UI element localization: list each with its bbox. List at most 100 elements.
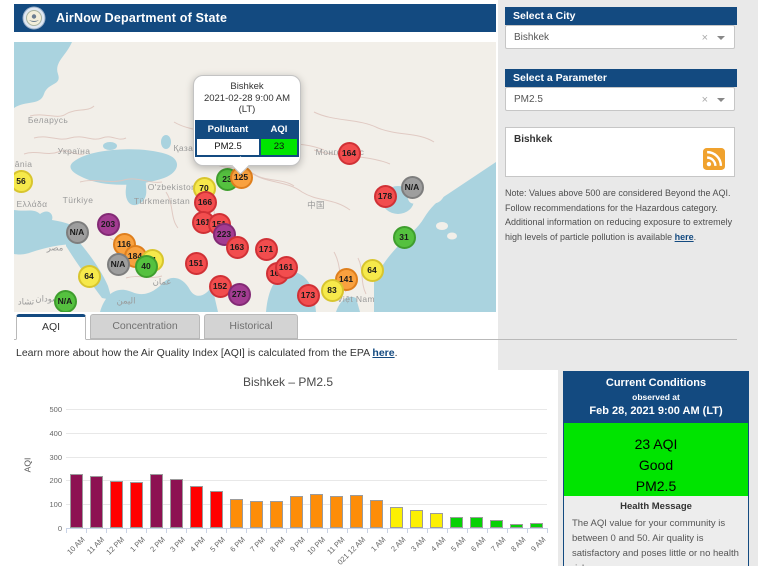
parameter-dropdown-caret-icon[interactable] [717, 98, 725, 102]
city-clear-icon[interactable]: × [702, 26, 708, 50]
map-place-label: Україна [57, 146, 91, 156]
x-axis-label-text: 9 AM [528, 535, 548, 554]
y-axis-tick-label: 0 [57, 524, 62, 533]
x-axis-tick [146, 529, 148, 533]
x-axis-tick [106, 529, 108, 533]
map-marker[interactable]: 151 [184, 251, 208, 275]
x-axis-tick [547, 529, 548, 533]
map-marker[interactable]: 40 [134, 254, 158, 278]
chart-bar[interactable] [490, 519, 504, 528]
x-axis-label-text: 4 AM [428, 535, 448, 554]
y-axis-tick-label: 500 [49, 405, 62, 414]
aqi-pollutant: PM2.5 [635, 478, 677, 494]
x-axis-label-text: 9 PM [288, 535, 307, 554]
map-place-label: اليمن [116, 295, 136, 306]
chart-bar[interactable] [510, 523, 524, 528]
city-dropdown-caret-icon[interactable] [717, 36, 725, 40]
chart-bar[interactable] [470, 517, 484, 528]
map-marker[interactable]: 164 [337, 141, 361, 165]
map-marker[interactable]: N/A [53, 289, 77, 312]
rss-icon[interactable] [703, 148, 725, 170]
chart-bar[interactable] [169, 478, 183, 528]
map-marker[interactable]: N/A [400, 175, 424, 199]
chart-bar[interactable] [269, 500, 283, 528]
map-marker[interactable]: N/A [65, 220, 89, 244]
chart-bar[interactable] [410, 510, 424, 528]
x-axis-tick [166, 529, 168, 533]
x-axis-label-text: 1 AM [368, 535, 388, 554]
map-place-label: Ελλάδα [16, 199, 48, 209]
x-axis-label-text: 2 PM [147, 535, 167, 554]
city-feed-box: Bishkek [505, 127, 735, 177]
x-axis-tick [226, 529, 228, 533]
chart-bar[interactable] [430, 513, 444, 528]
map-marker[interactable]: 56 [14, 169, 33, 193]
map-marker[interactable]: 161 [274, 255, 298, 279]
chart-bar[interactable] [89, 476, 103, 528]
learn-more-suffix: . [394, 347, 398, 359]
chart-bar[interactable] [530, 522, 544, 528]
chart-bar[interactable] [149, 474, 163, 528]
map-marker[interactable]: 273 [227, 282, 251, 306]
map-marker[interactable]: 166 [193, 190, 217, 214]
chart-bar[interactable] [330, 496, 344, 528]
beyond-aqi-note: Note: Values above 500 are considered Be… [505, 186, 739, 244]
chart-bar[interactable] [189, 485, 203, 528]
chart-bar[interactable] [350, 494, 364, 528]
chart-bar[interactable] [229, 498, 243, 528]
map-marker[interactable]: 203 [96, 212, 120, 236]
map-marker[interactable]: 64 [360, 258, 384, 282]
map-marker[interactable]: 173 [296, 283, 320, 307]
map-marker[interactable]: N/A [106, 252, 130, 276]
chart-bar[interactable] [209, 491, 223, 528]
city-select[interactable]: Bishkek × [505, 25, 735, 49]
health-message-section: Health Message The AQI value for your co… [564, 496, 748, 566]
x-axis-label-text: 4 PM [187, 535, 207, 554]
popup-col-pollutant: Pollutant [197, 121, 259, 137]
feed-city-label: Bishkek [514, 134, 553, 145]
map-marker[interactable]: 31 [392, 225, 416, 249]
chart-bar[interactable] [370, 499, 384, 528]
learn-more-here-link[interactable]: here [372, 347, 394, 359]
map-place-label: 中国 [307, 200, 325, 210]
city-select-value: Bishkek [514, 32, 550, 43]
map-marker[interactable]: 171 [254, 237, 278, 261]
parameter-clear-icon[interactable]: × [702, 88, 708, 112]
x-axis-tick [306, 529, 308, 533]
current-conditions-title: Current Conditions [605, 377, 707, 389]
aqi-map[interactable]: Беларусь Україна România Ελλάδα Türkiye O'zbe… [14, 42, 496, 312]
chart-bar[interactable] [249, 501, 263, 528]
chart-bar[interactable] [109, 481, 123, 528]
x-axis-tick [326, 529, 328, 533]
chart-bar[interactable] [390, 506, 404, 528]
parameter-select[interactable]: PM2.5 × [505, 87, 735, 111]
x-axis-label-text: 3 AM [408, 535, 428, 554]
chart-bar[interactable] [450, 516, 464, 528]
gridline [66, 432, 547, 434]
map-place-label: Türkmenistan [133, 196, 191, 206]
x-axis-label-text: 8 PM [268, 535, 287, 554]
note-text: Note: Values above 500 are considered Be… [505, 188, 733, 242]
map-marker[interactable]: 64 [77, 264, 101, 288]
popup-pollutant-value: PM2.5 [197, 138, 259, 155]
map-marker[interactable]: 163 [225, 235, 249, 259]
chart-bar[interactable] [129, 481, 143, 528]
x-axis-label-text: 6 AM [468, 535, 488, 554]
chart-bar[interactable] [69, 474, 83, 528]
tab-concentration[interactable]: Concentration [90, 314, 200, 339]
tab-aqi[interactable]: AQI [16, 314, 86, 340]
tab-historical[interactable]: Historical [204, 314, 298, 339]
dos-seal-logo [22, 6, 46, 30]
chart-bar[interactable] [310, 493, 324, 528]
x-axis-tick [506, 529, 508, 533]
aqi-bar-chart: Bishkek – PM2.5 AQI 0 100 200 300 400 500 10 A… [18, 370, 558, 566]
x-axis-tick [446, 529, 448, 533]
x-axis-tick [466, 529, 468, 533]
parameter-select-value: PM2.5 [514, 94, 543, 105]
note-here-link[interactable]: here [675, 232, 694, 242]
x-axis-tick [186, 529, 188, 533]
current-conditions-panel: Current Conditions observed at Feb 28, 2… [563, 371, 749, 566]
map-marker[interactable]: 178 [373, 184, 397, 208]
chart-bar[interactable] [289, 495, 303, 528]
map-marker[interactable]: 83 [320, 278, 344, 302]
